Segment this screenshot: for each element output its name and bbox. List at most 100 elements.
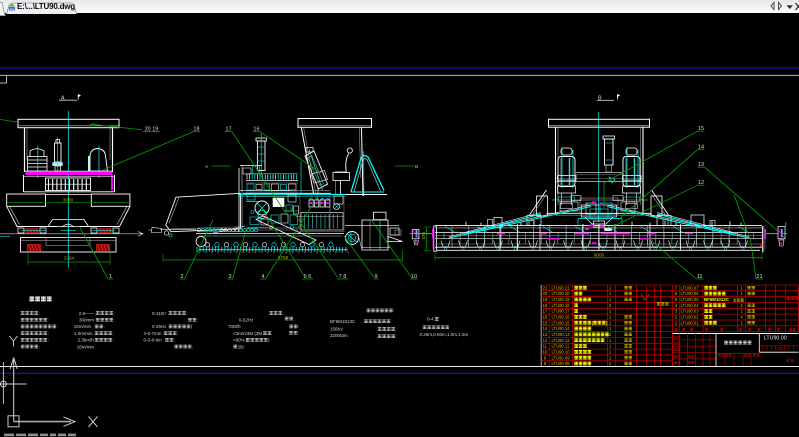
- svg-text:9: 9: [544, 355, 547, 360]
- svg-text::: :: [197, 318, 198, 323]
- svg-text:LTU90.01: LTU90.01: [681, 320, 700, 325]
- svg-text:1:25: 1:25: [776, 347, 783, 351]
- svg-text::: :: [48, 331, 49, 336]
- svg-text:6: 6: [675, 291, 678, 296]
- svg-text:3080: 3080: [63, 197, 74, 202]
- svg-text::: :: [114, 318, 115, 323]
- svg-text:LTU90.06: LTU90.06: [681, 291, 700, 296]
- svg-text::: :: [192, 344, 193, 349]
- svg-text:0.25m,0.50m,1.0m,1.5m: 0.25m,0.50m,1.0m,1.5m: [420, 332, 469, 337]
- svg-text:1.0m/min: 1.0m/min: [74, 331, 93, 336]
- svg-text:20: 20: [543, 291, 548, 296]
- svg-text:LTU90.17: LTU90.17: [552, 309, 571, 314]
- svg-text:10: 10: [543, 349, 548, 354]
- svg-text:1: 1: [609, 361, 612, 366]
- svg-text:LTU90.18: LTU90.18: [552, 303, 571, 308]
- svg-text:700t/h: 700t/h: [228, 324, 241, 329]
- svg-text:0-52Hz: 0-52Hz: [239, 318, 254, 323]
- svg-text::: :: [396, 334, 397, 339]
- svg-text:13: 13: [543, 332, 548, 337]
- svg-text:1: 1: [609, 338, 612, 343]
- svg-text:LTU90.11: LTU90.11: [552, 344, 570, 349]
- svg-text:1: 1: [609, 349, 612, 354]
- svg-text::: :: [57, 324, 58, 329]
- svg-text:1: 1: [609, 355, 612, 360]
- svg-text:2: 2: [609, 303, 612, 308]
- svg-text::: :: [114, 311, 115, 316]
- svg-text::: :: [393, 308, 394, 313]
- svg-text:LTU90.00: LTU90.00: [764, 336, 787, 342]
- svg-text:7: 7: [675, 285, 678, 290]
- svg-text:14: 14: [543, 326, 548, 331]
- svg-text:dwg: dwg: [10, 7, 15, 11]
- svg-text::: :: [48, 318, 49, 323]
- svg-text:3: 3: [675, 309, 678, 314]
- svg-text:1: 1: [609, 326, 612, 331]
- svg-text:LTU90.12: LTU90.12: [552, 338, 571, 343]
- svg-text:0-3-8-9m: 0-3-8-9m: [144, 338, 163, 343]
- svg-text:1: 1: [740, 309, 743, 314]
- svg-text:LTU90.21: LTU90.21: [552, 285, 571, 290]
- svg-text:LTU90.13: LTU90.13: [552, 332, 571, 337]
- svg-text:LTU90.03: LTU90.03: [681, 309, 700, 314]
- svg-text:B: B: [415, 164, 418, 170]
- svg-text:2.8——: 2.8——: [79, 311, 95, 316]
- svg-text:>90% (: >90% (: [233, 338, 248, 343]
- svg-text:0-4: 0-4: [427, 317, 434, 322]
- svg-text:<3mm/3M (3M: <3mm/3M (3M: [233, 331, 262, 336]
- svg-text:LTU90.07: LTU90.07: [681, 285, 700, 290]
- svg-text::: :: [174, 338, 175, 343]
- svg-text::: :: [396, 327, 397, 332]
- svg-text::: :: [298, 331, 299, 336]
- svg-text:19: 19: [543, 297, 548, 302]
- svg-text::: :: [186, 311, 187, 316]
- svg-text:): ): [268, 338, 270, 343]
- svg-text:21: 21: [543, 285, 548, 290]
- svg-text:18: 18: [543, 303, 548, 308]
- svg-text:8: 8: [544, 361, 547, 366]
- svg-text:17: 17: [543, 309, 548, 314]
- svg-text:475: 475: [421, 231, 426, 239]
- svg-text:LTU90.15: LTU90.15: [552, 320, 571, 325]
- svg-text::: :: [294, 316, 295, 321]
- svg-text:156Kv: 156Kv: [330, 326, 344, 331]
- svg-text:1: 1: [740, 320, 743, 325]
- svg-text:15: 15: [543, 320, 548, 325]
- svg-text:9000: 9000: [594, 253, 605, 258]
- svg-text:2: 2: [609, 332, 612, 337]
- svg-text:1: 1: [675, 320, 678, 325]
- svg-text::: :: [113, 331, 114, 336]
- svg-text:1: 1: [609, 297, 612, 302]
- svg-text:300mm: 300mm: [79, 318, 94, 323]
- svg-text:LTU90.19: LTU90.19: [552, 297, 571, 302]
- svg-text::: :: [48, 338, 49, 343]
- svg-text:BF6M1013C: BF6M1013C: [330, 319, 356, 324]
- svg-text:LTU90.05: LTU90.05: [681, 297, 700, 302]
- svg-text:16m/min: 16m/min: [77, 344, 95, 349]
- svg-text:11: 11: [543, 344, 548, 349]
- svg-text:LTU90.09: LTU90.09: [552, 355, 571, 360]
- svg-text:LTU90.20: LTU90.20: [552, 291, 571, 296]
- svg-text:2.3km/h: 2.3km/h: [78, 338, 95, 343]
- svg-text::: :: [39, 311, 40, 316]
- svg-text:4: 4: [740, 314, 743, 319]
- svg-text:1: 1: [609, 285, 612, 290]
- svg-text:(: (: [191, 324, 193, 329]
- svg-text:4: 4: [675, 303, 678, 308]
- svg-text:0-110r/: 0-110r/: [152, 311, 167, 316]
- svg-text:1: 1: [609, 344, 612, 349]
- svg-text:5: 5: [675, 297, 678, 302]
- svg-text::: :: [39, 344, 40, 349]
- svg-text:1: 1: [609, 314, 612, 319]
- svg-text:2200rpm: 2200rpm: [330, 333, 348, 338]
- svg-text:16: 16: [543, 314, 548, 319]
- svg-text:LTU90.04: LTU90.04: [681, 303, 700, 308]
- svg-text:1: 1: [740, 285, 743, 290]
- svg-text:1: 1: [609, 309, 612, 314]
- svg-text:1: 1: [609, 320, 612, 325]
- svg-text::: :: [298, 324, 299, 329]
- svg-text:A: A: [205, 164, 209, 170]
- svg-text:2264: 2264: [64, 256, 75, 261]
- svg-text::: :: [283, 311, 284, 316]
- svg-text:LTU90.14: LTU90.14: [552, 326, 571, 331]
